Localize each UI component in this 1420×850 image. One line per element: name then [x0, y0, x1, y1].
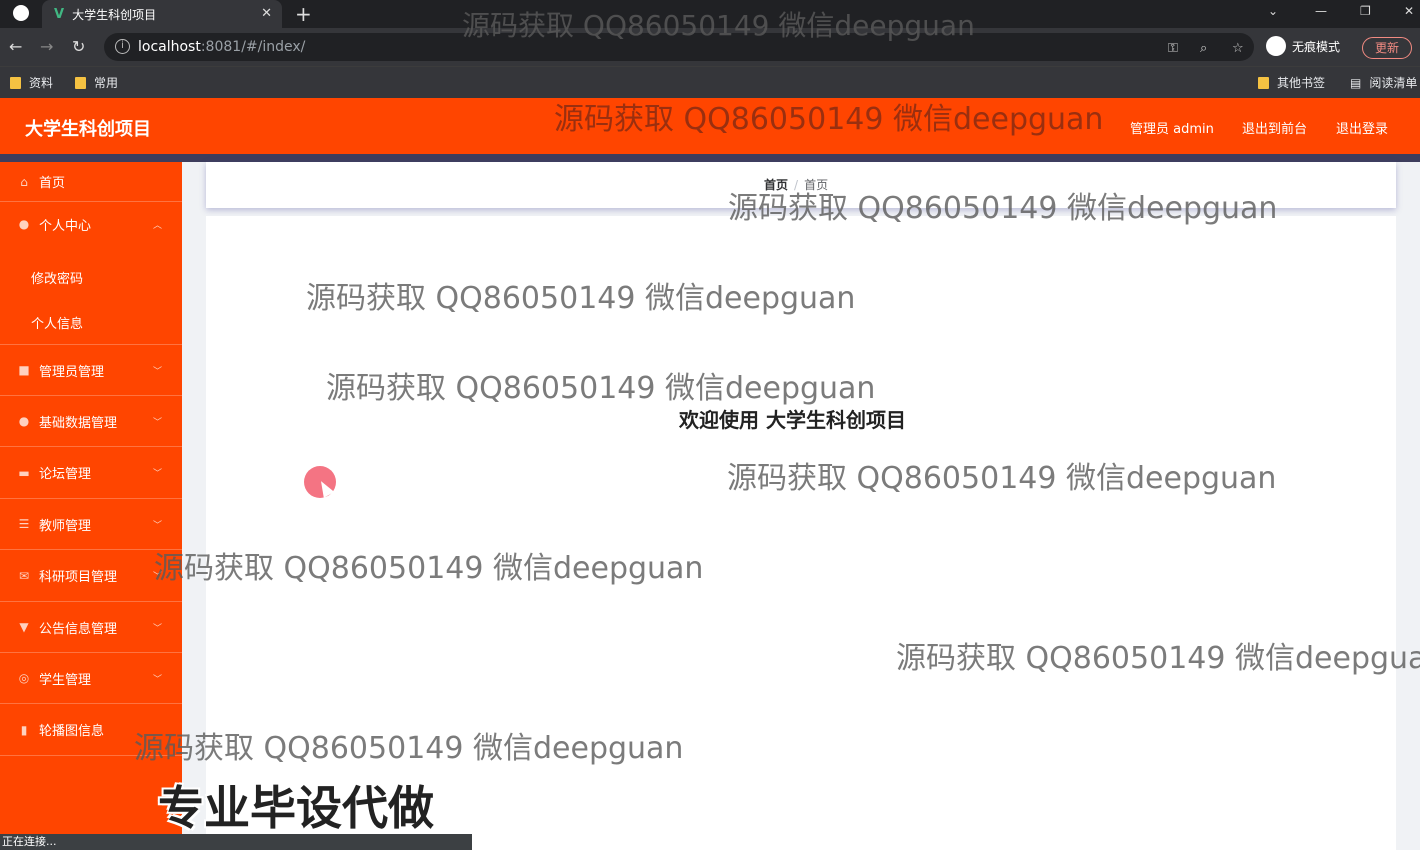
- watermark: 源码获取 QQ86050149 微信deepguan: [134, 731, 684, 766]
- sidebar-item-label: 个人中心: [39, 218, 92, 234]
- watermark: 源码获取 QQ86050149 微信deepguan: [306, 281, 856, 316]
- admin-label: 管理员 admin: [1130, 122, 1214, 137]
- app-logo: 大学生科创项目: [25, 119, 151, 140]
- sidebar-item-forum[interactable]: ▬ 论坛管理 ﹀: [0, 447, 182, 499]
- sidebar-item-label: 教师管理: [39, 518, 92, 534]
- sidebar-item-label: 轮播图信息: [39, 724, 105, 739]
- promo-overlay: 专业毕设代做: [158, 781, 434, 835]
- restore-button[interactable]: ❐: [1360, 4, 1371, 18]
- watermark: 源码获取 QQ86050149 微信deepguan: [154, 551, 704, 586]
- sidebar-sub-personal-info[interactable]: 个人信息: [31, 313, 83, 332]
- header-divider: [0, 154, 1420, 162]
- sidebar-item-basic-data[interactable]: ● 基础数据管理 ﹀: [0, 396, 182, 447]
- bookmark-label: 常用: [94, 76, 119, 90]
- sidebar-sub-change-password[interactable]: 修改密码: [31, 268, 83, 287]
- bookmark-label: 资料: [29, 76, 54, 90]
- url-path: :8081/#/index/: [200, 39, 306, 55]
- watermark: 源码获取 QQ86050149 微信deepguan: [462, 9, 975, 42]
- chevron-down-icon: ﹀: [152, 623, 162, 634]
- forum-icon: ▬: [18, 465, 30, 480]
- incognito-label: 无痕模式: [1292, 39, 1341, 54]
- close-tab-icon[interactable]: ✕: [261, 6, 272, 21]
- incognito-icon: [1266, 36, 1286, 56]
- bookmark-label: 其他书签: [1277, 76, 1326, 90]
- sidebar-item-label: 基础数据管理: [39, 415, 118, 431]
- star-icon[interactable]: ☆: [1232, 41, 1244, 56]
- to-frontend-link[interactable]: 退出到前台: [1242, 118, 1307, 137]
- minimize-button[interactable]: —: [1315, 4, 1327, 18]
- sidebar-item-label: 首页: [39, 176, 66, 191]
- update-button[interactable]: 更新: [1362, 37, 1412, 59]
- watermark: 源码获取 QQ86050149 微信deepguan: [554, 102, 1104, 137]
- sidebar-item-label: 论坛管理: [39, 467, 92, 482]
- reload-button[interactable]: ↻: [72, 37, 85, 56]
- watermark: 源码获取 QQ86050149 微信deepguan: [326, 371, 876, 406]
- chart-icon: ▮: [20, 722, 28, 737]
- folder-icon: [10, 76, 21, 89]
- window-close-button[interactable]: ✕: [1404, 4, 1414, 18]
- chevron-down-icon: ﹀: [152, 520, 162, 531]
- status-bar: 正在连接...: [0, 834, 472, 850]
- browser-tab[interactable]: V 大学生科创项目 ✕: [42, 0, 282, 28]
- chrome-icon: [13, 5, 29, 21]
- chevron-down-icon: ﹀: [152, 469, 162, 479]
- vue-icon: V: [54, 6, 65, 22]
- sidebar-item-admin-management[interactable]: ■ 管理员管理 ﹀: [0, 345, 182, 396]
- watermark: 源码获取 QQ86050149 微信deepguan: [728, 191, 1278, 226]
- bookmark-label: 阅读清单: [1369, 76, 1418, 90]
- chevron-up-icon: ︿: [152, 220, 162, 231]
- folder-icon: [1258, 76, 1269, 89]
- key-icon[interactable]: ⚿: [1168, 41, 1178, 56]
- compass-icon: ◎: [18, 671, 30, 685]
- chevron-down-icon: ﹀: [152, 417, 162, 428]
- bookmark-folder[interactable]: 常用: [75, 74, 118, 91]
- new-tab-button[interactable]: +: [295, 2, 312, 26]
- mail-icon: ✉: [18, 568, 30, 583]
- incognito-indicator[interactable]: 无痕模式: [1266, 36, 1340, 56]
- sidebar-item-label: 学生管理: [39, 672, 92, 688]
- sidebar-item-label: 科研项目管理: [39, 570, 118, 585]
- bookmark-folder[interactable]: 资料: [10, 74, 53, 91]
- home-icon: ⌂: [20, 174, 28, 189]
- user-icon: ●: [18, 217, 30, 231]
- chevron-down-icon: ﹀: [152, 674, 162, 685]
- sidebar-item-student[interactable]: ◎ 学生管理 ﹀: [0, 653, 182, 704]
- list-icon: ☰: [18, 517, 30, 531]
- pin-icon: ▼: [19, 620, 29, 634]
- watermark: 源码获取 QQ86050149 微信deepguan: [896, 641, 1420, 676]
- zoom-icon[interactable]: ⌕: [1200, 41, 1207, 56]
- sidebar-item-personal-center[interactable]: ● 个人中心 ︿: [0, 202, 182, 246]
- sidebar-item-home[interactable]: ⌂ 首页: [0, 162, 182, 202]
- sidebar-item-label: 管理员管理: [39, 364, 105, 380]
- folder-icon: [75, 76, 86, 89]
- chevron-down-icon: ﹀: [152, 366, 162, 377]
- url-host: localhost: [138, 39, 201, 55]
- logout-link[interactable]: 退出登录: [1336, 118, 1388, 137]
- reading-list-icon: ▤: [1350, 75, 1362, 90]
- back-button[interactable]: ←: [9, 37, 22, 56]
- sidebar-item-announcement[interactable]: ▼ 公告信息管理 ﹀: [0, 602, 182, 653]
- forward-button[interactable]: →: [40, 37, 53, 56]
- bookmark-folder[interactable]: 其他书签: [1258, 74, 1325, 91]
- welcome-title: 欢迎使用 大学生科创项目: [679, 408, 906, 432]
- reading-list[interactable]: ▤ 阅读清单: [1350, 74, 1417, 91]
- watermark: 源码获取 QQ86050149 微信deepguan: [727, 461, 1277, 496]
- site-info-icon[interactable]: i: [115, 39, 130, 54]
- admin-icon: ■: [18, 363, 30, 377]
- user-icon: ●: [18, 414, 30, 428]
- tab-title: 大学生科创项目: [72, 7, 157, 22]
- tab-search-icon[interactable]: ⌄: [1268, 4, 1278, 18]
- sidebar-item-label: 公告信息管理: [39, 621, 118, 637]
